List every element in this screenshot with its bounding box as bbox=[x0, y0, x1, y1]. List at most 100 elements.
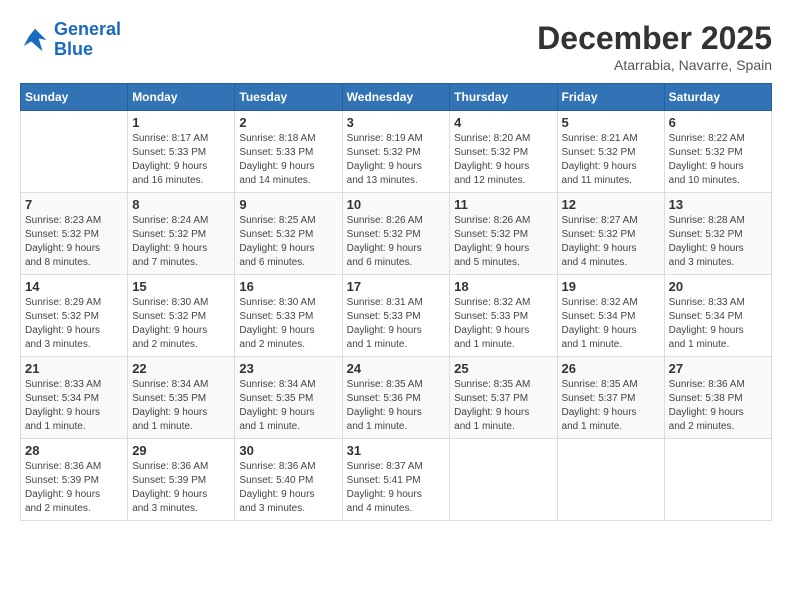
col-header-saturday: Saturday bbox=[664, 84, 771, 111]
day-info: Sunrise: 8:36 AMSunset: 5:39 PMDaylight:… bbox=[132, 460, 230, 516]
day-number: 14 bbox=[25, 279, 123, 294]
title-block: December 2025 Atarrabia, Navarre, Spain bbox=[537, 20, 772, 73]
day-number: 11 bbox=[454, 197, 552, 212]
calendar-cell: 10 Sunrise: 8:26 AMSunset: 5:32 PMDayligh… bbox=[342, 193, 450, 275]
day-info: Sunrise: 8:37 AMSunset: 5:41 PMDaylight:… bbox=[347, 460, 446, 516]
col-header-wednesday: Wednesday bbox=[342, 84, 450, 111]
day-number: 27 bbox=[669, 361, 767, 376]
day-number: 15 bbox=[132, 279, 230, 294]
day-info: Sunrise: 8:36 AMSunset: 5:40 PMDaylight:… bbox=[239, 460, 337, 516]
day-number: 18 bbox=[454, 279, 552, 294]
day-info: Sunrise: 8:31 AMSunset: 5:33 PMDaylight:… bbox=[347, 296, 446, 352]
calendar-cell: 1 Sunrise: 8:17 AMSunset: 5:33 PMDaylight… bbox=[128, 111, 235, 193]
day-number: 31 bbox=[347, 443, 446, 458]
location-subtitle: Atarrabia, Navarre, Spain bbox=[537, 57, 772, 73]
day-info: Sunrise: 8:30 AMSunset: 5:32 PMDaylight:… bbox=[132, 296, 230, 352]
calendar-cell: 16 Sunrise: 8:30 AMSunset: 5:33 PMDayligh… bbox=[235, 275, 342, 357]
calendar-cell: 6Sunrise: 8:22 AMSunset: 5:32 PMDaylight… bbox=[664, 111, 771, 193]
calendar-table: SundayMondayTuesdayWednesdayThursdayFrid… bbox=[20, 83, 772, 521]
day-info: Sunrise: 8:20 AMSunset: 5:32 PMDaylight:… bbox=[454, 132, 552, 188]
day-info: Sunrise: 8:32 AMSunset: 5:33 PMDaylight:… bbox=[454, 296, 552, 352]
calendar-cell: 20 Sunrise: 8:33 AMSunset: 5:34 PMDayligh… bbox=[664, 275, 771, 357]
day-number: 22 bbox=[132, 361, 230, 376]
day-info: Sunrise: 8:30 AMSunset: 5:33 PMDaylight:… bbox=[239, 296, 337, 352]
col-header-monday: Monday bbox=[128, 84, 235, 111]
day-number: 19 bbox=[562, 279, 660, 294]
logo: General Blue bbox=[20, 20, 121, 60]
calendar-cell: 28 Sunrise: 8:36 AMSunset: 5:39 PMDayligh… bbox=[21, 439, 128, 521]
calendar-cell: 25 Sunrise: 8:35 AMSunset: 5:37 PMDayligh… bbox=[450, 357, 557, 439]
calendar-cell: 3Sunrise: 8:19 AMSunset: 5:32 PMDaylight… bbox=[342, 111, 450, 193]
day-info: Sunrise: 8:17 AMSunset: 5:33 PMDaylight:… bbox=[132, 132, 230, 188]
calendar-cell bbox=[664, 439, 771, 521]
calendar-cell: 7Sunrise: 8:23 AMSunset: 5:32 PMDaylight… bbox=[21, 193, 128, 275]
calendar-cell: 15 Sunrise: 8:30 AMSunset: 5:32 PMDayligh… bbox=[128, 275, 235, 357]
calendar-cell: 18 Sunrise: 8:32 AMSunset: 5:33 PMDayligh… bbox=[450, 275, 557, 357]
calendar-week-row: 28 Sunrise: 8:36 AMSunset: 5:39 PMDayligh… bbox=[21, 439, 772, 521]
day-number: 1 bbox=[132, 115, 230, 130]
day-info: Sunrise: 8:34 AMSunset: 5:35 PMDaylight:… bbox=[239, 378, 337, 434]
day-info: Sunrise: 8:35 AMSunset: 5:37 PMDaylight:… bbox=[454, 378, 552, 434]
day-info: Sunrise: 8:32 AMSunset: 5:34 PMDaylight:… bbox=[562, 296, 660, 352]
calendar-cell bbox=[450, 439, 557, 521]
calendar-cell: 19 Sunrise: 8:32 AMSunset: 5:34 PMDayligh… bbox=[557, 275, 664, 357]
day-number: 21 bbox=[25, 361, 123, 376]
calendar-week-row: 7Sunrise: 8:23 AMSunset: 5:32 PMDaylight… bbox=[21, 193, 772, 275]
day-number: 10 bbox=[347, 197, 446, 212]
col-header-sunday: Sunday bbox=[21, 84, 128, 111]
day-info: Sunrise: 8:26 AMSunset: 5:32 PMDaylight:… bbox=[454, 214, 552, 270]
calendar-cell bbox=[21, 111, 128, 193]
calendar-cell: 17 Sunrise: 8:31 AMSunset: 5:33 PMDayligh… bbox=[342, 275, 450, 357]
calendar-header-row: SundayMondayTuesdayWednesdayThursdayFrid… bbox=[21, 84, 772, 111]
calendar-cell: 14Sunrise: 8:29 AMSunset: 5:32 PMDayligh… bbox=[21, 275, 128, 357]
calendar-week-row: 14Sunrise: 8:29 AMSunset: 5:32 PMDayligh… bbox=[21, 275, 772, 357]
calendar-cell: 9 Sunrise: 8:25 AMSunset: 5:32 PMDaylight… bbox=[235, 193, 342, 275]
day-number: 26 bbox=[562, 361, 660, 376]
day-number: 25 bbox=[454, 361, 552, 376]
day-info: Sunrise: 8:23 AMSunset: 5:32 PMDaylight:… bbox=[25, 214, 123, 270]
calendar-cell bbox=[557, 439, 664, 521]
calendar-cell: 13 Sunrise: 8:28 AMSunset: 5:32 PMDayligh… bbox=[664, 193, 771, 275]
day-info: Sunrise: 8:18 AMSunset: 5:33 PMDaylight:… bbox=[239, 132, 337, 188]
col-header-tuesday: Tuesday bbox=[235, 84, 342, 111]
day-info: Sunrise: 8:33 AMSunset: 5:34 PMDaylight:… bbox=[25, 378, 123, 434]
calendar-cell: 29 Sunrise: 8:36 AMSunset: 5:39 PMDayligh… bbox=[128, 439, 235, 521]
calendar-cell: 8Sunrise: 8:24 AMSunset: 5:32 PMDaylight… bbox=[128, 193, 235, 275]
calendar-cell: 27 Sunrise: 8:36 AMSunset: 5:38 PMDayligh… bbox=[664, 357, 771, 439]
day-info: Sunrise: 8:34 AMSunset: 5:35 PMDaylight:… bbox=[132, 378, 230, 434]
day-number: 9 bbox=[239, 197, 337, 212]
day-number: 17 bbox=[347, 279, 446, 294]
calendar-cell: 11 Sunrise: 8:26 AMSunset: 5:32 PMDayligh… bbox=[450, 193, 557, 275]
day-number: 20 bbox=[669, 279, 767, 294]
day-info: Sunrise: 8:26 AMSunset: 5:32 PMDaylight:… bbox=[347, 214, 446, 270]
day-number: 29 bbox=[132, 443, 230, 458]
calendar-cell: 12Sunrise: 8:27 AMSunset: 5:32 PMDayligh… bbox=[557, 193, 664, 275]
calendar-week-row: 21 Sunrise: 8:33 AMSunset: 5:34 PMDayligh… bbox=[21, 357, 772, 439]
day-info: Sunrise: 8:33 AMSunset: 5:34 PMDaylight:… bbox=[669, 296, 767, 352]
calendar-cell: 21 Sunrise: 8:33 AMSunset: 5:34 PMDayligh… bbox=[21, 357, 128, 439]
day-info: Sunrise: 8:35 AMSunset: 5:36 PMDaylight:… bbox=[347, 378, 446, 434]
day-number: 28 bbox=[25, 443, 123, 458]
day-info: Sunrise: 8:22 AMSunset: 5:32 PMDaylight:… bbox=[669, 132, 767, 188]
day-info: Sunrise: 8:36 AMSunset: 5:39 PMDaylight:… bbox=[25, 460, 123, 516]
calendar-cell: 23 Sunrise: 8:34 AMSunset: 5:35 PMDayligh… bbox=[235, 357, 342, 439]
day-info: Sunrise: 8:25 AMSunset: 5:32 PMDaylight:… bbox=[239, 214, 337, 270]
logo-icon bbox=[20, 25, 50, 55]
calendar-cell: 30Sunrise: 8:36 AMSunset: 5:40 PMDayligh… bbox=[235, 439, 342, 521]
day-number: 2 bbox=[239, 115, 337, 130]
calendar-cell: 5Sunrise: 8:21 AMSunset: 5:32 PMDaylight… bbox=[557, 111, 664, 193]
day-number: 3 bbox=[347, 115, 446, 130]
day-number: 12 bbox=[562, 197, 660, 212]
day-info: Sunrise: 8:24 AMSunset: 5:32 PMDaylight:… bbox=[132, 214, 230, 270]
day-info: Sunrise: 8:36 AMSunset: 5:38 PMDaylight:… bbox=[669, 378, 767, 434]
day-number: 16 bbox=[239, 279, 337, 294]
calendar-cell: 2 Sunrise: 8:18 AMSunset: 5:33 PMDaylight… bbox=[235, 111, 342, 193]
calendar-week-row: 1 Sunrise: 8:17 AMSunset: 5:33 PMDaylight… bbox=[21, 111, 772, 193]
day-number: 4 bbox=[454, 115, 552, 130]
col-header-friday: Friday bbox=[557, 84, 664, 111]
day-number: 13 bbox=[669, 197, 767, 212]
day-info: Sunrise: 8:28 AMSunset: 5:32 PMDaylight:… bbox=[669, 214, 767, 270]
page-header: General Blue December 2025 Atarrabia, Na… bbox=[20, 20, 772, 73]
day-number: 23 bbox=[239, 361, 337, 376]
calendar-cell: 31 Sunrise: 8:37 AMSunset: 5:41 PMDayligh… bbox=[342, 439, 450, 521]
